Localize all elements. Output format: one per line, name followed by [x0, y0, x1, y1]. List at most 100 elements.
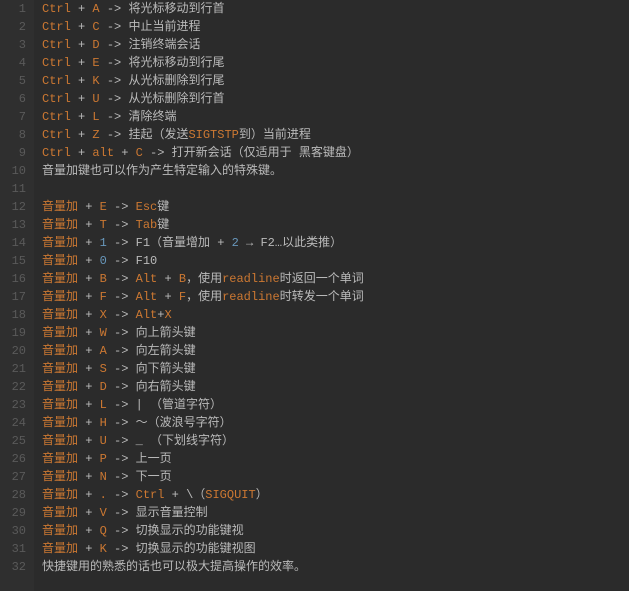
token-key: 音量加 — [42, 434, 78, 448]
code-line: 音量加 + A -> 向左箭头键 — [42, 342, 629, 360]
token-plus: + — [78, 416, 100, 430]
token-kw: SIGQUIT — [205, 488, 255, 502]
token-cjk: 将光标移动到行首 — [128, 2, 224, 16]
token-arrow: -> — [107, 218, 136, 232]
code-line: Ctrl + U -> 从光标删除到行首 — [42, 90, 629, 108]
token-key: Ctrl — [42, 38, 71, 52]
line-number: 26 — [0, 450, 26, 468]
token-plus: + — [78, 326, 100, 340]
token-arrow: -> — [107, 434, 136, 448]
token-arrow: -> — [100, 56, 129, 70]
token-key: 音量加 — [42, 524, 78, 538]
line-number: 21 — [0, 360, 26, 378]
token-key: 音量加 — [42, 218, 78, 232]
line-number: 27 — [0, 468, 26, 486]
token-cjk: 将光标移动到行尾 — [128, 56, 224, 70]
line-number: 11 — [0, 180, 26, 198]
token-arrow: -> — [100, 20, 129, 34]
line-number: 28 — [0, 486, 26, 504]
token-cjk: 快捷键用的熟悉的话也可以极大提高操作的效率。 — [42, 560, 306, 574]
code-line: 音量加 + V -> 显示音量控制 — [42, 504, 629, 522]
token-key: U — [92, 92, 99, 106]
token-cjk: 显示音量控制 — [136, 506, 208, 520]
token-key: alt — [92, 146, 114, 160]
token-default: → F2… — [239, 236, 282, 250]
token-cjk: （ — [193, 488, 205, 502]
token-arrow: -> — [107, 308, 136, 322]
token-arrow: -> — [107, 452, 136, 466]
token-kw: Alt — [136, 308, 158, 322]
token-cjk: 从光标删除到行尾 — [128, 74, 224, 88]
token-arrow: -> — [143, 146, 172, 160]
token-key: Ctrl — [42, 74, 71, 88]
code-line: Ctrl + K -> 从光标删除到行尾 — [42, 72, 629, 90]
token-key: E — [92, 56, 99, 70]
line-number: 12 — [0, 198, 26, 216]
token-cjk: 中止当前进程 — [128, 20, 200, 34]
token-plus: + — [78, 344, 100, 358]
line-number: 31 — [0, 540, 26, 558]
token-cjk: 时转发一个单词 — [280, 290, 364, 304]
token-key: Ctrl — [42, 110, 71, 124]
token-key: . — [100, 488, 107, 502]
token-cjk: 键 — [157, 200, 169, 214]
line-number: 13 — [0, 216, 26, 234]
token-key: F — [100, 290, 107, 304]
token-punct: 〜 — [136, 416, 148, 430]
token-key: Ctrl — [42, 128, 71, 142]
token-plus: + — [78, 524, 100, 538]
line-number: 8 — [0, 126, 26, 144]
token-key: K — [100, 542, 107, 556]
code-line: 音量加 + F -> Alt + F，使用readline时转发一个单词 — [42, 288, 629, 306]
token-plus: + — [78, 200, 100, 214]
token-plus: + — [78, 434, 100, 448]
token-cjk: 到）当前进程 — [239, 128, 311, 142]
line-number: 19 — [0, 324, 26, 342]
line-number: 10 — [0, 162, 26, 180]
token-plus: + — [157, 272, 179, 286]
line-number: 2 — [0, 18, 26, 36]
code-line: Ctrl + D -> 注销终端会话 — [42, 36, 629, 54]
token-plus: + — [78, 398, 100, 412]
code-line: 音量加 + . -> Ctrl + \（SIGQUIT） — [42, 486, 629, 504]
token-cjk: 切换显示的功能键视 — [136, 524, 244, 538]
token-plus: + — [78, 470, 100, 484]
token-cjk: （下划线字符） — [150, 434, 234, 448]
token-plus: + — [78, 362, 100, 376]
token-cjk: （管道字符） — [150, 398, 222, 412]
token-arrow: -> — [107, 362, 136, 376]
token-num: 1 — [100, 236, 107, 250]
code-line: 音量加 + B -> Alt + B，使用readline时返回一个单词 — [42, 270, 629, 288]
token-key: 音量加 — [42, 326, 78, 340]
token-key: 音量加 — [42, 236, 78, 250]
code-editor: 1234567891011121314151617181920212223242… — [0, 0, 629, 591]
code-line: 音量加键也可以作为产生特定输入的特殊键。 — [42, 162, 629, 180]
code-line — [42, 180, 629, 198]
token-key: Ctrl — [42, 92, 71, 106]
code-line: 快捷键用的熟悉的话也可以极大提高操作的效率。 — [42, 558, 629, 576]
token-cjk: ，使用 — [186, 272, 222, 286]
token-plus: + — [78, 452, 100, 466]
token-kw: Tab — [136, 218, 158, 232]
token-key: N — [100, 470, 107, 484]
code-area: Ctrl + A -> 将光标移动到行首Ctrl + C -> 中止当前进程Ct… — [34, 0, 629, 591]
code-line: 音量加 + S -> 向下箭头键 — [42, 360, 629, 378]
token-arrow: -> — [107, 488, 136, 502]
token-cjk: 向下箭头键 — [136, 362, 196, 376]
token-arrow: -> — [100, 74, 129, 88]
code-line: 音量加 + H -> 〜（波浪号字符） — [42, 414, 629, 432]
token-key: L — [92, 110, 99, 124]
token-cjk: 打开新会话（仅适用于 黑客键盘） — [172, 146, 359, 160]
token-key: W — [100, 326, 107, 340]
token-arrow: -> — [107, 254, 136, 268]
line-number: 3 — [0, 36, 26, 54]
token-num: 0 — [100, 254, 107, 268]
token-cjk: ，使用 — [186, 290, 222, 304]
token-cjk: （波浪号字符） — [148, 416, 232, 430]
token-plus: + — [78, 218, 100, 232]
token-arrow: -> — [107, 470, 136, 484]
token-key: B — [179, 272, 186, 286]
token-key: 音量加 — [42, 542, 78, 556]
code-line: 音量加 + N -> 下一页 — [42, 468, 629, 486]
token-key: 音量加 — [42, 290, 78, 304]
